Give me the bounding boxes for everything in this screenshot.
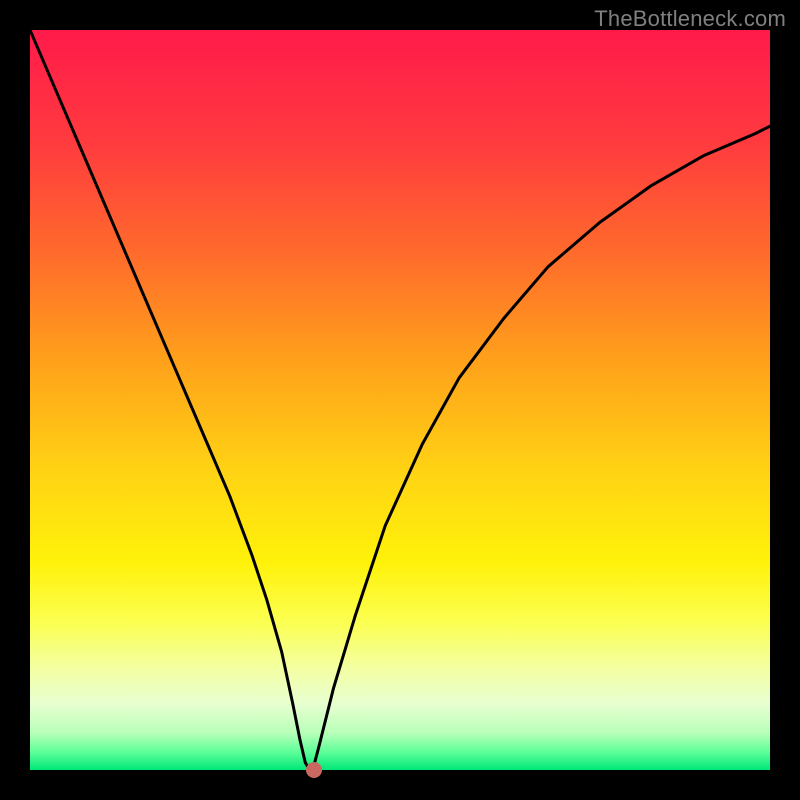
bottleneck-curve bbox=[30, 30, 770, 770]
chart-frame: TheBottleneck.com bbox=[0, 0, 800, 800]
watermark-text: TheBottleneck.com bbox=[594, 6, 786, 32]
optimum-marker bbox=[306, 762, 322, 778]
plot-area bbox=[30, 30, 770, 770]
